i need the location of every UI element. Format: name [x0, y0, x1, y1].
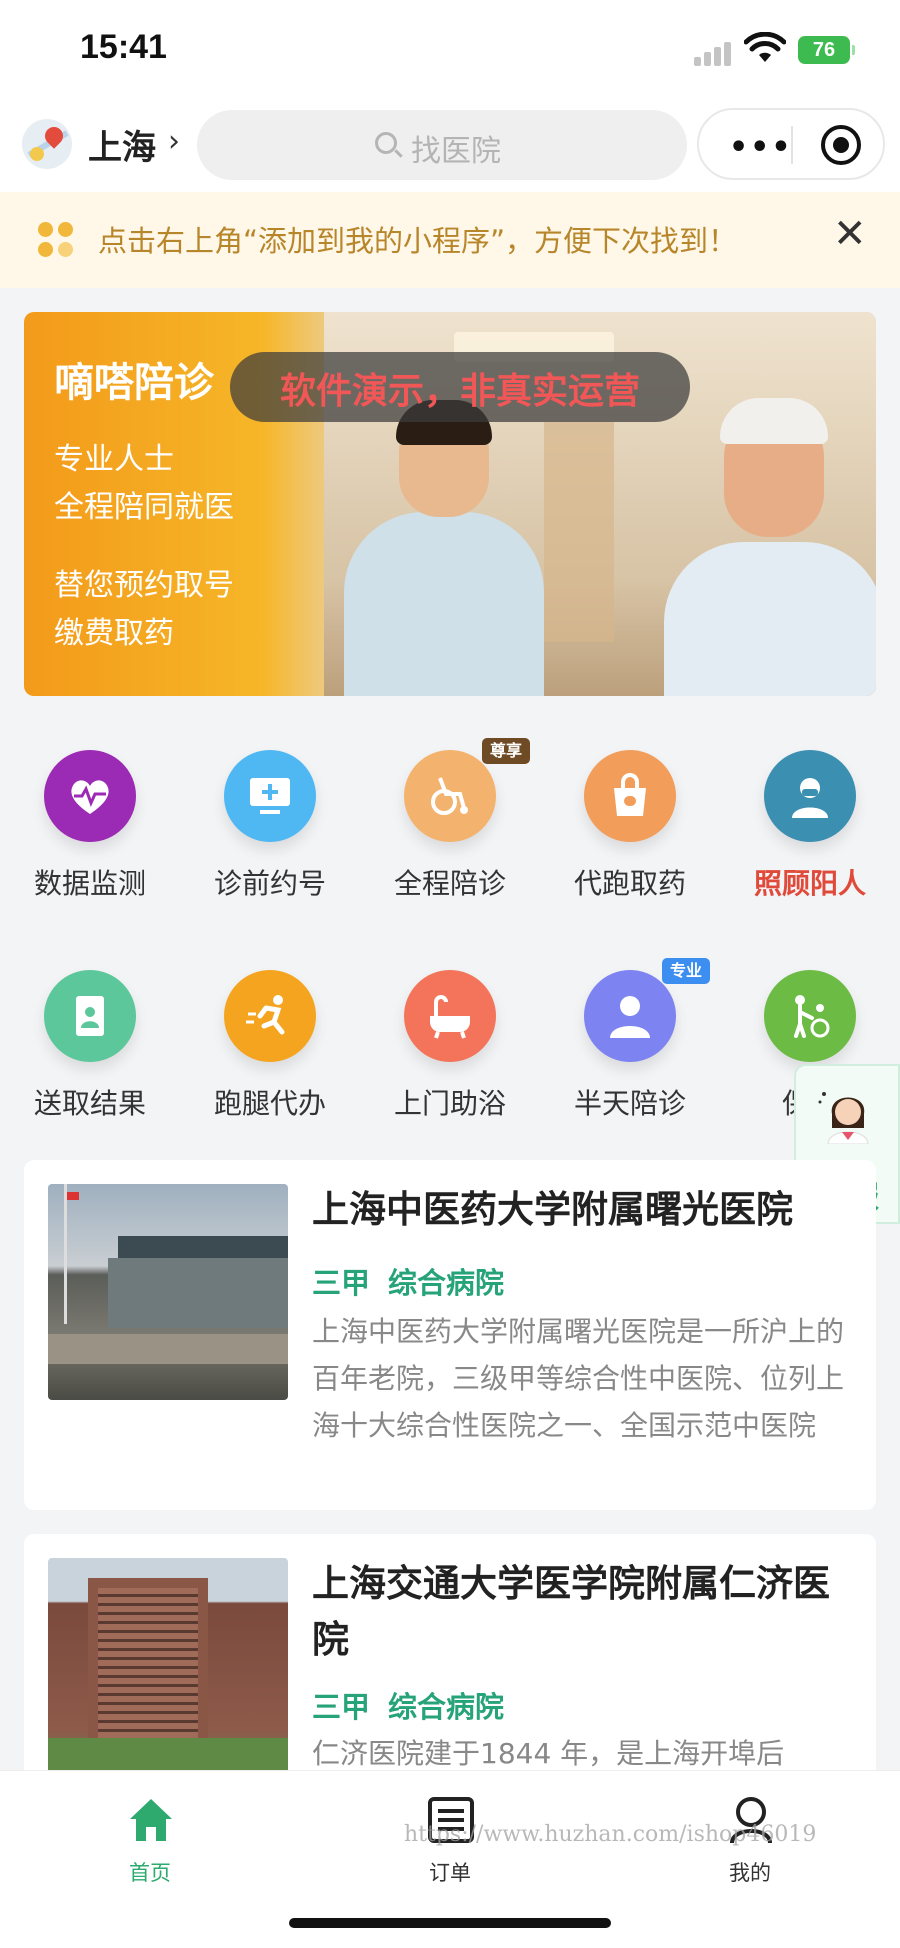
hospital-tags: 三甲 综合病院	[312, 1260, 522, 1302]
location-map-icon[interactable]	[22, 119, 72, 169]
hospital-type-tag: 综合病院	[388, 1266, 505, 1300]
more-icon[interactable]: •••	[729, 130, 793, 165]
demo-watermark: 软件演示，非真实运营	[230, 352, 690, 422]
tab-label: 订单	[429, 1861, 471, 1885]
city-selector[interactable]: 上海	[88, 120, 156, 169]
close-icon[interactable]: ✕	[833, 214, 867, 254]
banner-line: 专业人士	[54, 442, 174, 477]
service-label: 上门助浴	[393, 1087, 506, 1120]
bathtub-icon	[404, 970, 496, 1062]
service-label: 全程陪诊	[393, 867, 506, 900]
hospital-tags: 三甲 综合病院	[312, 1684, 522, 1726]
service-covid-care[interactable]: 照顾阳人	[720, 720, 900, 900]
nav-bar: 上海 › 找医院 •••	[0, 96, 900, 192]
hospital-photo	[48, 1184, 288, 1400]
medicine-bag-icon	[584, 750, 676, 842]
url-watermark: https://www.huzhan.com/ishop46019	[404, 1822, 817, 1847]
search-icon	[375, 132, 397, 154]
service-label: 诊前约号	[213, 867, 326, 900]
monitor-plus-icon	[224, 750, 316, 842]
capsule-divider	[791, 126, 793, 164]
wheelchair-icon	[404, 750, 496, 842]
service-label: 跑腿代办	[213, 1087, 326, 1120]
tip-dots-icon	[38, 222, 74, 258]
miniprogram-capsule: •••	[697, 108, 885, 180]
hospital-level-tag: 三甲	[312, 1690, 371, 1724]
tab-label: 首页	[129, 1861, 171, 1885]
service-home-bath[interactable]: 上门助浴	[360, 940, 540, 1120]
tab-label: 我的	[729, 1861, 771, 1885]
hospital-description: 上海中医药大学附属曙光医院是一所沪上的百年老院，三级甲等综合性中医院、位列上海十…	[312, 1315, 845, 1442]
hospital-name: 上海交通大学医学院附属仁济医院	[312, 1562, 830, 1661]
service-data-monitoring[interactable]: 数据监测	[0, 720, 180, 900]
service-appointment[interactable]: 诊前约号	[180, 720, 360, 900]
add-to-miniprogram-tip: 点击右上角“添加到我的小程序”，方便下次找到！ ✕	[0, 192, 900, 288]
service-label: 数据监测	[33, 867, 146, 900]
hospital-photo	[48, 1558, 288, 1774]
service-grid: 数据监测 诊前约号 尊享 全程陪诊 代跑取药 照顾阳人 送取结果 跑腿代办 上门…	[0, 720, 900, 1140]
person-icon	[584, 970, 676, 1062]
home-icon	[130, 1799, 172, 1841]
banner-line: 缴费取药	[54, 616, 174, 651]
search-input[interactable]: 找医院	[197, 110, 687, 180]
hospital-name: 上海中医药大学附属曙光医院	[312, 1188, 793, 1231]
hospital-card[interactable]: 上海中医药大学附属曙光医院 三甲 综合病院 上海中医药大学附属曙光医院是一所沪上的…	[24, 1160, 876, 1510]
hero-banner[interactable]: 嘀嗒陪诊 专业人士 全程陪同就医 替您预约取号 缴费取药 软件演示，非真实运营	[24, 312, 876, 696]
banner-line: 全程陪同就医	[54, 490, 234, 525]
caregiver-icon	[764, 970, 856, 1062]
hospital-level-tag: 三甲	[312, 1266, 371, 1300]
tab-home[interactable]: 首页	[0, 1785, 300, 1895]
app-screen: 15:41 76 上海 › 找医院 ••• 点击右上角“添加到我的小程序”，方便…	[0, 0, 900, 1948]
service-half-day-escort[interactable]: 专业 半天陪诊	[540, 940, 720, 1120]
service-label: 照顾阳人	[753, 867, 866, 900]
running-icon	[224, 970, 316, 1062]
heart-pulse-icon	[44, 750, 136, 842]
battery-indicator: 76	[798, 36, 855, 64]
service-label: 半天陪诊	[573, 1087, 686, 1120]
hospital-type-tag: 综合病院	[388, 1690, 505, 1724]
status-bar: 15:41 76	[0, 0, 900, 96]
tip-text: 点击右上角“添加到我的小程序”，方便下次找到！	[98, 224, 738, 258]
document-icon	[44, 970, 136, 1062]
service-label: 代跑取药	[573, 867, 686, 900]
chevron-right-icon[interactable]: ›	[168, 124, 180, 159]
banner-line: 替您预约取号	[54, 568, 234, 603]
premium-badge: 尊享	[482, 738, 531, 764]
demo-watermark-text: 软件演示，非真实运营	[279, 371, 640, 412]
status-time: 15:41	[80, 28, 167, 66]
service-result-delivery[interactable]: 送取结果	[0, 940, 180, 1120]
service-errand[interactable]: 跑腿代办	[180, 940, 360, 1120]
customer-service-avatar-icon	[818, 1092, 869, 1144]
banner-title: 嘀嗒陪诊	[54, 360, 214, 406]
professional-badge: 专业	[662, 958, 711, 984]
cellular-signal-icon	[694, 40, 736, 66]
search-placeholder: 找医院	[411, 134, 501, 169]
wifi-icon	[744, 32, 786, 62]
service-full-escort[interactable]: 尊享 全程陪诊	[360, 720, 540, 900]
service-label: 送取结果	[33, 1087, 146, 1120]
home-indicator	[289, 1918, 611, 1928]
service-medicine-pickup[interactable]: 代跑取药	[540, 720, 720, 900]
nurse-icon	[764, 750, 856, 842]
close-miniprogram-icon[interactable]	[821, 125, 861, 165]
